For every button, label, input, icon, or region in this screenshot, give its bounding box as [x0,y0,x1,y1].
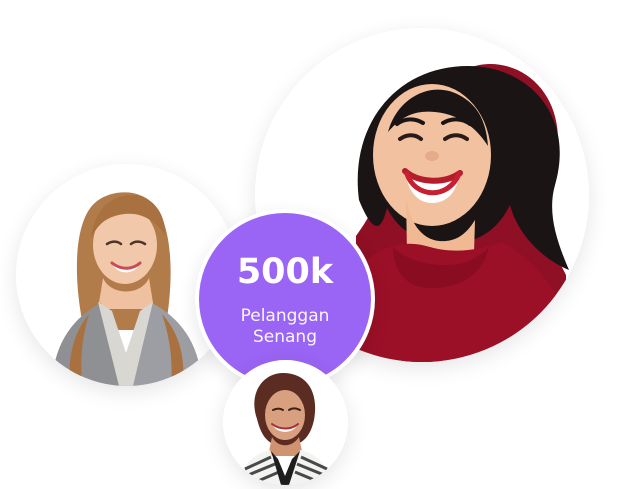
caption-line-1: Pelanggan [240,306,330,327]
smiling-woman-striped-jacket-photo [223,360,348,485]
testimonial-collage: 500k Pelanggan Senang [0,0,618,489]
customer-count: 500k [236,252,334,293]
customer-count-caption: Pelanggan Senang [241,306,330,347]
customer-photo-small [223,360,348,485]
caption-line-2: Senang [252,326,317,347]
